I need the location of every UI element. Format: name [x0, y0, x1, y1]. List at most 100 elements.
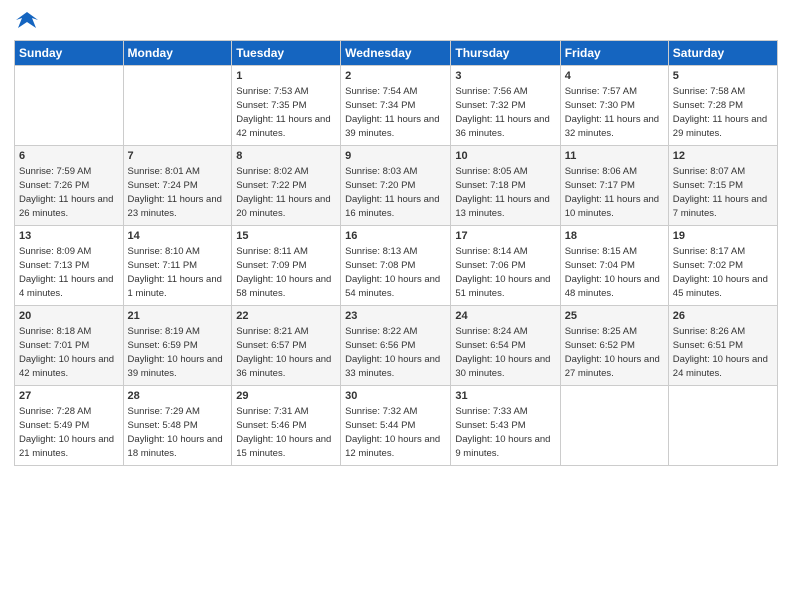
- day-number: 4: [565, 69, 664, 84]
- calendar-cell: 3 Sunrise: 7:56 AM Sunset: 7:32 PM Daylig…: [451, 66, 560, 146]
- calendar-cell: 29 Sunrise: 7:31 AM Sunset: 5:46 PM Dayli…: [232, 386, 341, 466]
- day-number: 14: [128, 229, 228, 244]
- day-number: 20: [19, 309, 119, 324]
- day-info: Sunrise: 8:13 AM Sunset: 7:08 PM Dayligh…: [345, 246, 440, 299]
- calendar-cell: 18Sunrise: 8:15 AM Sunset: 7:04 PM Dayli…: [560, 226, 668, 306]
- day-header-saturday: Saturday: [668, 41, 777, 66]
- day-info: Sunrise: 8:15 AM Sunset: 7:04 PM Dayligh…: [565, 246, 660, 299]
- calendar-cell: 21 Sunrise: 8:19 AM Sunset: 6:59 PM Dayli…: [123, 306, 232, 386]
- calendar-cell: [668, 386, 777, 466]
- day-info: Sunrise: 7:56 AM Sunset: 7:32 PM Dayligh…: [455, 86, 549, 139]
- day-number: 12: [673, 149, 773, 164]
- day-number: 13: [19, 229, 119, 244]
- day-number: 7: [128, 149, 228, 164]
- day-info: Sunrise: 7:54 AM Sunset: 7:34 PM Dayligh…: [345, 86, 439, 139]
- calendar-cell: 15 Sunrise: 8:11 AM Sunset: 7:09 PM Dayli…: [232, 226, 341, 306]
- calendar-cell: 24 Sunrise: 8:24 AM Sunset: 6:54 PM Dayli…: [451, 306, 560, 386]
- calendar-cell: 30 Sunrise: 7:32 AM Sunset: 5:44 PM Dayli…: [341, 386, 451, 466]
- day-number: 1: [236, 69, 336, 84]
- day-number: 23: [345, 309, 446, 324]
- calendar-cell: 22Sunrise: 8:21 AM Sunset: 6:57 PM Dayli…: [232, 306, 341, 386]
- day-info: Sunrise: 8:22 AM Sunset: 6:56 PM Dayligh…: [345, 326, 440, 379]
- day-info: Sunrise: 8:11 AM Sunset: 7:09 PM Dayligh…: [236, 246, 331, 299]
- calendar-cell: [15, 66, 124, 146]
- day-header-friday: Friday: [560, 41, 668, 66]
- day-info: Sunrise: 7:59 AM Sunset: 7:26 PM Dayligh…: [19, 166, 113, 219]
- calendar-week-row: 20 Sunrise: 8:18 AM Sunset: 7:01 PM Dayli…: [15, 306, 778, 386]
- day-number: 28: [128, 389, 228, 404]
- day-number: 16: [345, 229, 446, 244]
- day-info: Sunrise: 7:33 AM Sunset: 5:43 PM Dayligh…: [455, 406, 550, 459]
- calendar-cell: 2 Sunrise: 7:54 AM Sunset: 7:34 PM Daylig…: [341, 66, 451, 146]
- calendar-cell: 28 Sunrise: 7:29 AM Sunset: 5:48 PM Dayli…: [123, 386, 232, 466]
- day-number: 3: [455, 69, 555, 84]
- day-info: Sunrise: 8:03 AM Sunset: 7:20 PM Dayligh…: [345, 166, 439, 219]
- day-number: 5: [673, 69, 773, 84]
- day-number: 21: [128, 309, 228, 324]
- logo: [14, 10, 38, 32]
- day-number: 15: [236, 229, 336, 244]
- day-number: 29: [236, 389, 336, 404]
- day-info: Sunrise: 7:32 AM Sunset: 5:44 PM Dayligh…: [345, 406, 440, 459]
- calendar-week-row: 1 Sunrise: 7:53 AM Sunset: 7:35 PM Daylig…: [15, 66, 778, 146]
- calendar-header-row: SundayMondayTuesdayWednesdayThursdayFrid…: [15, 41, 778, 66]
- calendar-week-row: 6Sunrise: 7:59 AM Sunset: 7:26 PM Daylig…: [15, 146, 778, 226]
- day-number: 11: [565, 149, 664, 164]
- day-number: 2: [345, 69, 446, 84]
- calendar-cell: 8Sunrise: 8:02 AM Sunset: 7:22 PM Daylig…: [232, 146, 341, 226]
- calendar-cell: 20 Sunrise: 8:18 AM Sunset: 7:01 PM Dayli…: [15, 306, 124, 386]
- page: SundayMondayTuesdayWednesdayThursdayFrid…: [0, 0, 792, 612]
- day-number: 31: [455, 389, 555, 404]
- day-info: Sunrise: 7:29 AM Sunset: 5:48 PM Dayligh…: [128, 406, 223, 459]
- day-info: Sunrise: 7:57 AM Sunset: 7:30 PM Dayligh…: [565, 86, 659, 139]
- calendar-cell: 13 Sunrise: 8:09 AM Sunset: 7:13 PM Dayli…: [15, 226, 124, 306]
- calendar-cell: 26 Sunrise: 8:26 AM Sunset: 6:51 PM Dayli…: [668, 306, 777, 386]
- day-info: Sunrise: 8:10 AM Sunset: 7:11 PM Dayligh…: [128, 246, 222, 299]
- day-info: Sunrise: 8:26 AM Sunset: 6:51 PM Dayligh…: [673, 326, 768, 379]
- day-number: 10: [455, 149, 555, 164]
- day-info: Sunrise: 8:09 AM Sunset: 7:13 PM Dayligh…: [19, 246, 113, 299]
- calendar-cell: 11 Sunrise: 8:06 AM Sunset: 7:17 PM Dayli…: [560, 146, 668, 226]
- day-info: Sunrise: 8:02 AM Sunset: 7:22 PM Dayligh…: [236, 166, 330, 219]
- day-number: 25: [565, 309, 664, 324]
- calendar-cell: 12 Sunrise: 8:07 AM Sunset: 7:15 PM Dayli…: [668, 146, 777, 226]
- day-info: Sunrise: 8:05 AM Sunset: 7:18 PM Dayligh…: [455, 166, 549, 219]
- calendar-week-row: 13 Sunrise: 8:09 AM Sunset: 7:13 PM Dayli…: [15, 226, 778, 306]
- calendar-cell: 25 Sunrise: 8:25 AM Sunset: 6:52 PM Dayli…: [560, 306, 668, 386]
- day-info: Sunrise: 8:19 AM Sunset: 6:59 PM Dayligh…: [128, 326, 223, 379]
- day-info: Sunrise: 8:24 AM Sunset: 6:54 PM Dayligh…: [455, 326, 550, 379]
- day-number: 17: [455, 229, 555, 244]
- day-info: Sunrise: 8:01 AM Sunset: 7:24 PM Dayligh…: [128, 166, 222, 219]
- day-header-sunday: Sunday: [15, 41, 124, 66]
- day-number: 30: [345, 389, 446, 404]
- day-info: Sunrise: 8:06 AM Sunset: 7:17 PM Dayligh…: [565, 166, 659, 219]
- day-info: Sunrise: 7:53 AM Sunset: 7:35 PM Dayligh…: [236, 86, 330, 139]
- calendar-cell: 6Sunrise: 7:59 AM Sunset: 7:26 PM Daylig…: [15, 146, 124, 226]
- day-header-monday: Monday: [123, 41, 232, 66]
- day-header-wednesday: Wednesday: [341, 41, 451, 66]
- day-info: Sunrise: 8:18 AM Sunset: 7:01 PM Dayligh…: [19, 326, 114, 379]
- day-header-tuesday: Tuesday: [232, 41, 341, 66]
- calendar-cell: 7 Sunrise: 8:01 AM Sunset: 7:24 PM Daylig…: [123, 146, 232, 226]
- day-info: Sunrise: 7:58 AM Sunset: 7:28 PM Dayligh…: [673, 86, 767, 139]
- calendar-cell: 19Sunrise: 8:17 AM Sunset: 7:02 PM Dayli…: [668, 226, 777, 306]
- day-header-thursday: Thursday: [451, 41, 560, 66]
- calendar-cell: 10 Sunrise: 8:05 AM Sunset: 7:18 PM Dayli…: [451, 146, 560, 226]
- day-number: 9: [345, 149, 446, 164]
- day-info: Sunrise: 8:25 AM Sunset: 6:52 PM Dayligh…: [565, 326, 660, 379]
- day-info: Sunrise: 8:14 AM Sunset: 7:06 PM Dayligh…: [455, 246, 550, 299]
- calendar-cell: 17 Sunrise: 8:14 AM Sunset: 7:06 PM Dayli…: [451, 226, 560, 306]
- day-number: 24: [455, 309, 555, 324]
- calendar-cell: 4 Sunrise: 7:57 AM Sunset: 7:30 PM Daylig…: [560, 66, 668, 146]
- calendar-cell: [123, 66, 232, 146]
- day-info: Sunrise: 7:31 AM Sunset: 5:46 PM Dayligh…: [236, 406, 331, 459]
- day-number: 26: [673, 309, 773, 324]
- calendar-cell: 23 Sunrise: 8:22 AM Sunset: 6:56 PM Dayli…: [341, 306, 451, 386]
- calendar-cell: 16 Sunrise: 8:13 AM Sunset: 7:08 PM Dayli…: [341, 226, 451, 306]
- day-info: Sunrise: 8:21 AM Sunset: 6:57 PM Dayligh…: [236, 326, 331, 379]
- calendar-cell: [560, 386, 668, 466]
- day-number: 19: [673, 229, 773, 244]
- day-info: Sunrise: 8:07 AM Sunset: 7:15 PM Dayligh…: [673, 166, 767, 219]
- calendar-cell: 31 Sunrise: 7:33 AM Sunset: 5:43 PM Dayli…: [451, 386, 560, 466]
- calendar-cell: 9 Sunrise: 8:03 AM Sunset: 7:20 PM Daylig…: [341, 146, 451, 226]
